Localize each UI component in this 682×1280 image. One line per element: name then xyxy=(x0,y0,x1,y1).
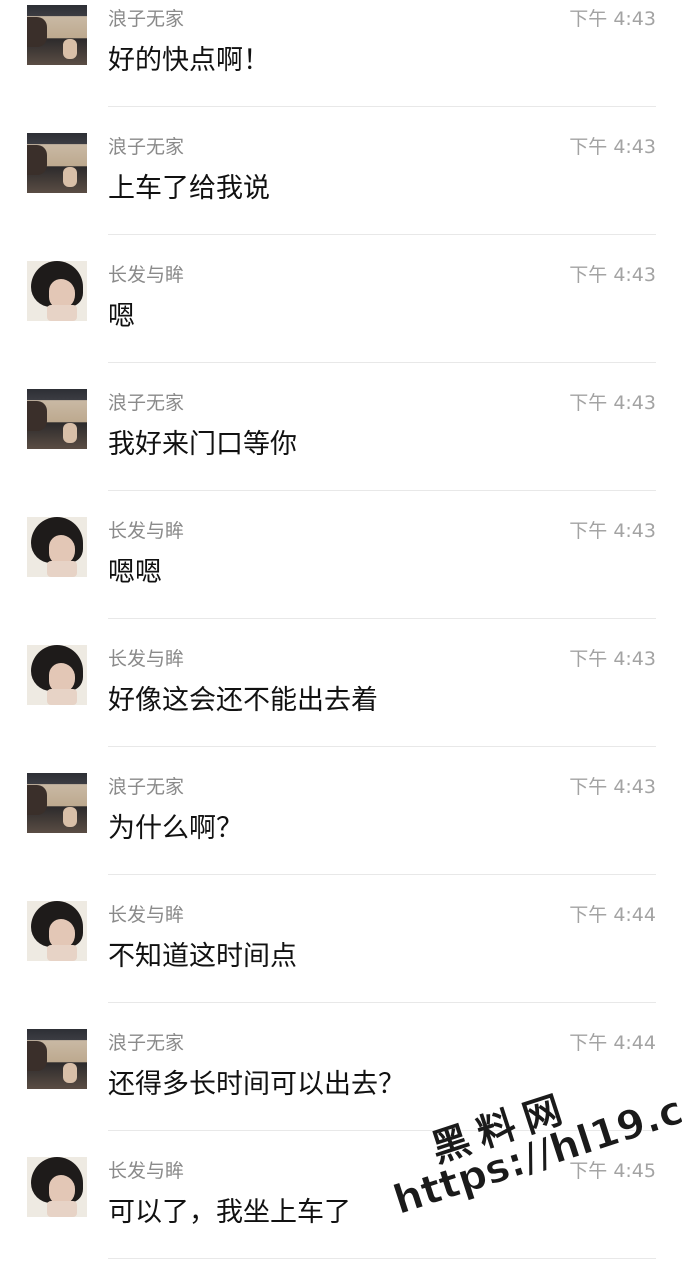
divider xyxy=(108,234,656,235)
message-text: 好像这会还不能出去着 xyxy=(108,685,378,716)
sender-name: 长发与眸 xyxy=(108,904,185,926)
message-text: 可以了，我坐上车了 xyxy=(108,1197,351,1228)
sender-name: 长发与眸 xyxy=(108,264,185,286)
avatar[interactable] xyxy=(27,901,87,961)
avatar[interactable] xyxy=(27,1029,87,1089)
divider xyxy=(108,362,656,363)
avatar[interactable] xyxy=(27,773,87,833)
divider xyxy=(108,746,656,747)
divider xyxy=(108,618,656,619)
chat-message[interactable]: 浪子无家 下午 4:43 上车了给我说 xyxy=(0,128,682,256)
chat-message[interactable]: 长发与眸 下午 4:43 嗯嗯 xyxy=(0,512,682,640)
message-time: 下午 4:43 xyxy=(569,264,656,286)
message-time: 下午 4:43 xyxy=(569,392,656,414)
avatar[interactable] xyxy=(27,261,87,321)
chat-message[interactable]: 长发与眸 下午 4:45 可以了，我坐上车了 xyxy=(0,1152,682,1280)
chat-message[interactable]: 长发与眸 下午 4:43 好像这会还不能出去着 xyxy=(0,640,682,768)
chat-message[interactable]: 长发与眸 下午 4:43 嗯 xyxy=(0,256,682,384)
sender-name: 长发与眸 xyxy=(108,1160,185,1182)
avatar[interactable] xyxy=(27,645,87,705)
chat-message[interactable]: 长发与眸 下午 4:44 不知道这时间点 xyxy=(0,896,682,1024)
message-text: 我好来门口等你 xyxy=(108,429,297,460)
divider xyxy=(108,1130,656,1131)
sender-name: 浪子无家 xyxy=(108,392,185,414)
message-time: 下午 4:44 xyxy=(569,904,656,926)
divider xyxy=(108,106,656,107)
message-text: 嗯 xyxy=(108,301,135,332)
message-time: 下午 4:43 xyxy=(569,520,656,542)
message-text: 嗯嗯 xyxy=(108,557,162,588)
message-text: 好的快点啊！ xyxy=(108,45,270,76)
avatar[interactable] xyxy=(27,133,87,193)
avatar[interactable] xyxy=(27,389,87,449)
divider xyxy=(108,490,656,491)
divider xyxy=(108,1258,656,1259)
avatar[interactable] xyxy=(27,5,87,65)
chat-history-list: 浪子无家 下午 4:43 好的快点啊！ 浪子无家 下午 4:43 上车了给我说 … xyxy=(0,0,682,1280)
avatar[interactable] xyxy=(27,517,87,577)
sender-name: 浪子无家 xyxy=(108,776,185,798)
chat-message[interactable]: 浪子无家 下午 4:43 我好来门口等你 xyxy=(0,384,682,512)
avatar[interactable] xyxy=(27,1157,87,1217)
message-text: 还得多长时间可以出去？ xyxy=(108,1069,405,1100)
message-text: 不知道这时间点 xyxy=(108,941,297,972)
message-text: 为什么啊？ xyxy=(108,813,243,844)
message-time: 下午 4:45 xyxy=(569,1160,656,1182)
sender-name: 浪子无家 xyxy=(108,8,185,30)
sender-name: 长发与眸 xyxy=(108,648,185,670)
divider xyxy=(108,874,656,875)
message-time: 下午 4:43 xyxy=(569,776,656,798)
sender-name: 浪子无家 xyxy=(108,136,185,158)
message-time: 下午 4:43 xyxy=(569,648,656,670)
message-time: 下午 4:43 xyxy=(569,136,656,158)
message-time: 下午 4:43 xyxy=(569,8,656,30)
chat-message[interactable]: 浪子无家 下午 4:43 好的快点啊！ xyxy=(0,0,682,128)
divider xyxy=(108,1002,656,1003)
sender-name: 长发与眸 xyxy=(108,520,185,542)
sender-name: 浪子无家 xyxy=(108,1032,185,1054)
chat-message[interactable]: 浪子无家 下午 4:43 为什么啊？ xyxy=(0,768,682,896)
message-text: 上车了给我说 xyxy=(108,173,270,204)
message-time: 下午 4:44 xyxy=(569,1032,656,1054)
chat-message[interactable]: 浪子无家 下午 4:44 还得多长时间可以出去？ xyxy=(0,1024,682,1152)
